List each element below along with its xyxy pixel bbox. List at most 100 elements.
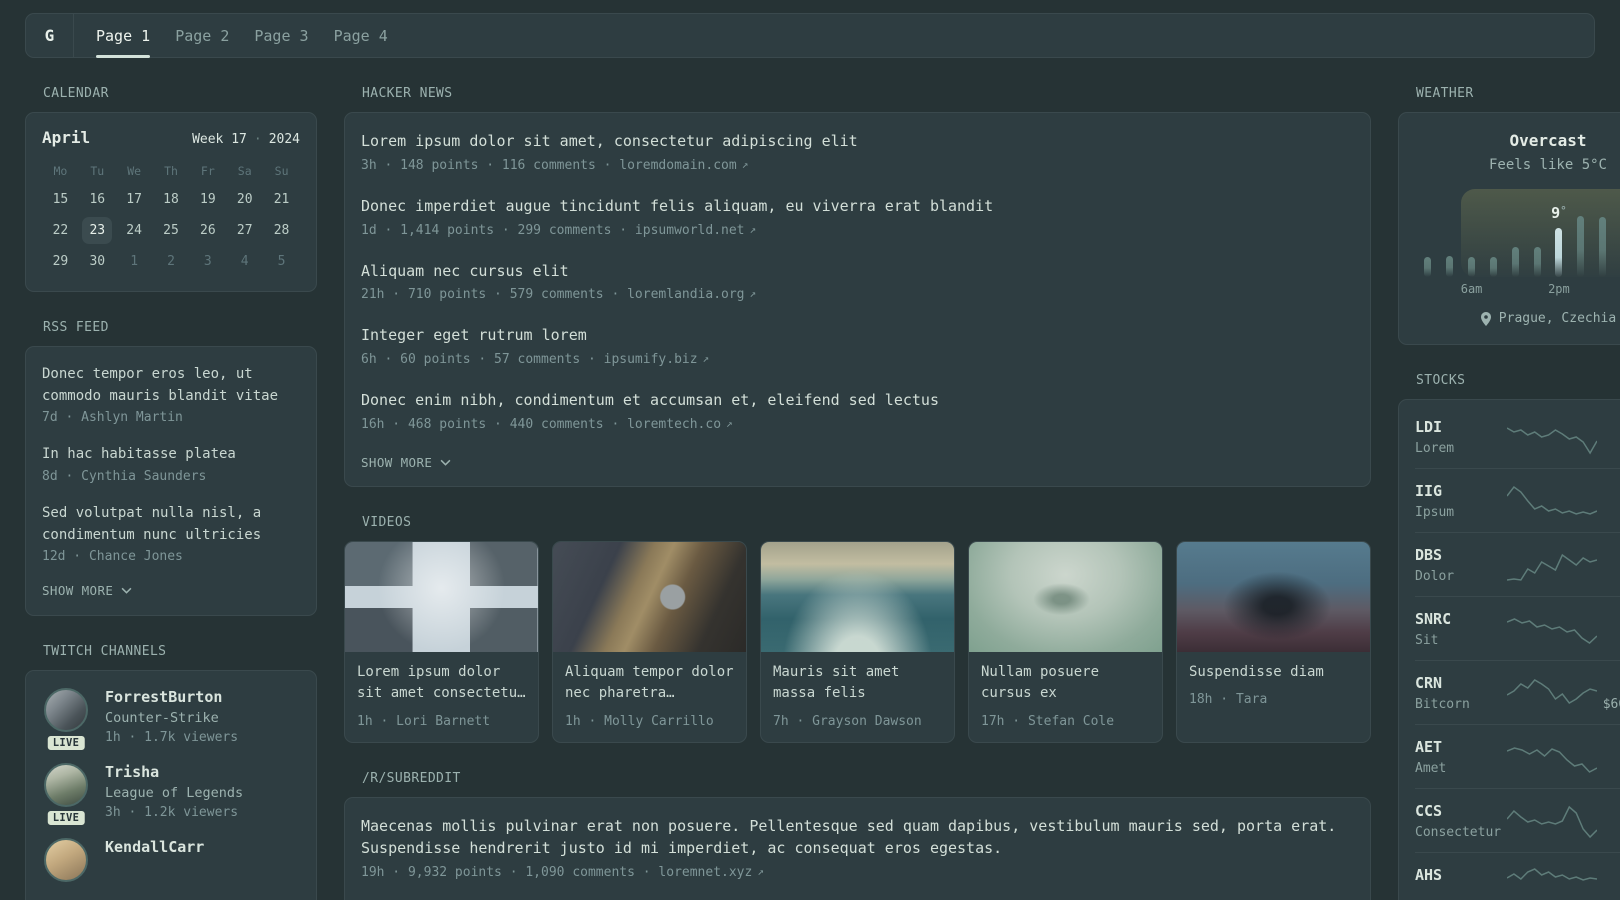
- weekday-label: Tu: [90, 164, 105, 178]
- video-thumbnail: [553, 541, 746, 652]
- video-title[interactable]: Lorem ipsum dolor sit amet consectetu…: [357, 662, 526, 705]
- video-meta: 1h · Molly Carrillo: [565, 714, 714, 730]
- hn-item-title[interactable]: Lorem ipsum dolor sit amet, consectetur …: [361, 131, 1354, 153]
- stock-row[interactable]: IIG Ipsum +2.84% $42.04: [1415, 468, 1620, 532]
- post-title[interactable]: Maecenas mollis pulvinar erat non posuer…: [361, 816, 1354, 860]
- stock-row[interactable]: DBS Dolor +1.42% $156.28: [1415, 532, 1620, 596]
- external-link-icon: ↗: [702, 352, 710, 365]
- calendar-section-title: CALENDAR: [43, 86, 109, 101]
- rss-item-title[interactable]: Sed volutpat nulla nisl, a condimentum n…: [42, 503, 300, 546]
- rss-item-title[interactable]: In hac habitasse platea: [42, 444, 300, 466]
- video-card-body: Nullam posuere cursus ex 17h · Stefan Col…: [969, 652, 1162, 742]
- hn-item-title[interactable]: Donec enim nibh, condimentum et accumsan…: [361, 390, 1354, 412]
- weekday-label: We: [127, 164, 142, 178]
- hn-item-meta[interactable]: 16h · 468 points · 440 comments · loremt…: [361, 417, 1354, 432]
- stock-price: $165.84: [1597, 825, 1620, 840]
- video-thumbnail: [1177, 541, 1370, 652]
- video-card[interactable]: Nullam posuere cursus ex 17h · Stefan Col…: [968, 540, 1163, 744]
- stock-row[interactable]: AET Amet +0.92% $499.72: [1415, 724, 1620, 788]
- hn-item-title[interactable]: Donec imperdiet augue tincidunt felis al…: [361, 196, 1354, 218]
- calendar-day: 16: [89, 192, 106, 207]
- twitch-channel-row[interactable]: LIVE ForrestBurton Counter-Strike 1h · 1.7k…: [42, 688, 300, 753]
- stock-row[interactable]: LDI Lorem +4.35% $795.18: [1415, 405, 1620, 468]
- weekday-label: Fr: [200, 164, 215, 178]
- stock-price: $66,171.48: [1602, 697, 1620, 712]
- video-title[interactable]: Mauris sit amet massa felis: [773, 662, 942, 705]
- twitch-channel-name[interactable]: ForrestBurton: [105, 688, 238, 706]
- hn-item-meta[interactable]: 3h · 148 points · 116 comments · loremdo…: [361, 158, 1354, 173]
- reddit-post: Maecenas mollis pulvinar erat non posuer…: [361, 816, 1354, 880]
- video-card-body: Suspendisse diam 18h · Tara: [1177, 652, 1370, 721]
- weather-bar-slot: [1504, 189, 1526, 277]
- video-card-body: Mauris sit amet massa felis 7h · Grayson …: [761, 652, 954, 742]
- video-card[interactable]: Aliquam tempor dolor nec pharetra… 1h · M…: [552, 540, 747, 744]
- stock-change: +0.92%: [1597, 738, 1620, 756]
- stock-name: Dolor: [1415, 569, 1455, 584]
- video-title[interactable]: Aliquam tempor dolor nec pharetra…: [565, 662, 734, 705]
- twitch-channel-game: Counter-Strike: [105, 710, 219, 727]
- video-card-body: Aliquam tempor dolor nec pharetra… 1h · M…: [553, 652, 746, 742]
- stock-price: $42.04: [1597, 505, 1620, 520]
- twitch-channel-row[interactable]: LIVE Trisha League of Legends 3h · 1.2k vie…: [42, 763, 300, 828]
- location-pin-icon: [1480, 311, 1491, 326]
- rss-item: Donec tempor eros leo, ut commodo mauris…: [42, 364, 300, 425]
- tab-page-3[interactable]: Page 3: [254, 14, 308, 57]
- video-title[interactable]: Nullam posuere cursus ex: [981, 662, 1150, 705]
- twitch-channel-name[interactable]: KendallCarr: [105, 838, 204, 856]
- weather-bar-slot: [1526, 189, 1548, 277]
- stock-id: CRN Bitcorn: [1415, 674, 1507, 712]
- twitch-channel-name[interactable]: Trisha: [105, 763, 243, 781]
- calendar-day: 25: [163, 223, 179, 238]
- calendar-day: 1: [130, 254, 139, 269]
- hn-item-meta[interactable]: 21h · 710 points · 579 comments · loreml…: [361, 287, 1354, 302]
- left-column: CALENDAR April Week 17 · 2024 Mo Tu We Th Fr…: [25, 58, 317, 900]
- rss-item-title[interactable]: Donec tempor eros leo, ut commodo mauris…: [42, 364, 300, 407]
- app-logo[interactable]: G: [26, 14, 73, 57]
- hn-item: Lorem ipsum dolor sit amet, consectetur …: [361, 131, 1354, 173]
- hn-item-meta[interactable]: 6h · 60 points · 57 comments · ipsumify.…: [361, 352, 1354, 367]
- stock-name: Ipsum: [1415, 505, 1455, 520]
- stock-row[interactable]: SNRC Sit +1.36% $148.64: [1415, 596, 1620, 660]
- calendar-day: 4: [240, 254, 249, 269]
- stock-ticker: IIG: [1415, 482, 1443, 500]
- stock-row[interactable]: CRN Bitcorn -1.00% $66,171.48: [1415, 660, 1620, 724]
- tab-page-4[interactable]: Page 4: [334, 14, 388, 57]
- stock-row[interactable]: CCS Consectetur +0.51% $165.84: [1415, 788, 1620, 852]
- external-link-icon: ↗: [749, 222, 757, 236]
- rss-section-title: RSS FEED: [43, 320, 109, 335]
- stock-sparkline: [1507, 483, 1597, 519]
- post-meta[interactable]: 19h · 9,932 points · 1,090 comments · lo…: [361, 865, 1354, 880]
- twitch-channel-game: League of Legends: [105, 785, 244, 802]
- tab-page-2[interactable]: Page 2: [175, 14, 229, 57]
- video-card[interactable]: Suspendisse diam 18h · Tara: [1176, 540, 1371, 744]
- stock-ticker: AHS: [1415, 866, 1443, 884]
- show-more-label: SHOW MORE: [361, 454, 433, 470]
- stock-id: CCS Consectetur: [1415, 802, 1507, 840]
- twitch-section-title: TWITCH CHANNELS: [43, 644, 167, 660]
- video-card-body: Lorem ipsum dolor sit amet consectetu… 1h…: [345, 652, 538, 742]
- hn-item: Donec enim nibh, condimentum et accumsan…: [361, 390, 1354, 432]
- hn-item-meta[interactable]: 1d · 1,414 points · 299 comments · ipsum…: [361, 223, 1354, 238]
- hn-item: Integer eget rutrum lorem 6h · 60 points …: [361, 325, 1354, 367]
- hn-item-title[interactable]: Integer eget rutrum lorem: [361, 325, 1354, 347]
- rss-item-meta: 12d · Chance Jones: [42, 549, 183, 565]
- calendar-day: 5: [277, 254, 286, 269]
- video-card[interactable]: Lorem ipsum dolor sit amet consectetu… 1h…: [344, 540, 539, 744]
- calendar-day: 19: [200, 192, 216, 207]
- stock-row[interactable]: AHS +0.46%: [1415, 852, 1620, 900]
- stock-change: +1.42%: [1597, 546, 1620, 564]
- calendar-day: 26: [200, 223, 216, 238]
- hn-item-title[interactable]: Aliquam nec cursus elit: [361, 261, 1354, 283]
- subreddit-section-title: /R/SUBREDDIT: [362, 771, 461, 787]
- rss-item: In hac habitasse platea 8d · Cynthia Saun…: [42, 444, 300, 484]
- twitch-channel-row[interactable]: KendallCarr: [42, 838, 300, 883]
- rss-show-more-button[interactable]: SHOW MORE: [42, 583, 132, 598]
- stocks-widget: LDI Lorem +4.35% $795.18 IIG Ipsum +2.84% $42.0…: [1398, 399, 1620, 900]
- stock-ticker: LDI: [1415, 418, 1443, 436]
- external-link-icon: ↗: [749, 287, 757, 301]
- video-card[interactable]: Mauris sit amet massa felis 7h · Grayson …: [760, 540, 955, 744]
- calendar-day-selected: 23: [82, 217, 113, 244]
- tab-page-1[interactable]: Page 1: [96, 14, 151, 58]
- hn-show-more-button[interactable]: SHOW MORE: [361, 455, 451, 470]
- video-title[interactable]: Suspendisse diam: [1189, 662, 1358, 684]
